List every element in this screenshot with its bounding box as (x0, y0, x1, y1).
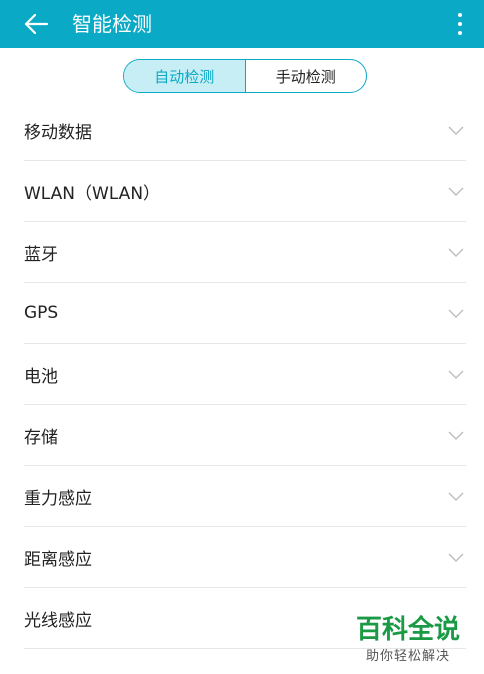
chevron-down-icon (448, 248, 464, 257)
more-options-button[interactable] (448, 6, 472, 42)
arrow-left-icon (24, 13, 49, 35)
watermark-subtitle: 助你轻松解决 (365, 649, 450, 664)
detection-item-list: 移动数据 WLAN（WLAN） 蓝牙 GPS 电池 存储 重力感应 距离感应 光… (24, 100, 466, 649)
more-vert-icon-dot (458, 22, 462, 26)
list-item-bluetooth[interactable]: 蓝牙 (24, 222, 466, 283)
tab-auto-detect[interactable]: 自动检测 (124, 60, 246, 92)
back-button[interactable] (18, 6, 54, 42)
list-item-label: 电池 (24, 366, 58, 387)
list-item-mobile-data[interactable]: 移动数据 (24, 100, 466, 161)
chevron-down-icon (448, 492, 464, 501)
list-item-label: GPS (24, 303, 59, 323)
list-item-storage[interactable]: 存储 (24, 405, 466, 466)
list-item-label: 存储 (24, 427, 58, 448)
watermark-title: 百科全说 (355, 615, 460, 645)
chevron-down-icon (448, 553, 464, 562)
more-vert-icon (458, 13, 462, 17)
chevron-down-icon (448, 309, 464, 318)
list-item-label: 蓝牙 (24, 244, 58, 265)
list-item-wlan[interactable]: WLAN（WLAN） (24, 161, 466, 222)
list-item-label: WLAN（WLAN） (24, 183, 161, 204)
app-bar: 智能检测 (0, 0, 484, 48)
watermark-logo: 百科全说 助你轻松解决 (348, 615, 468, 664)
list-item-label: 重力感应 (24, 488, 92, 509)
page-title: 智能检测 (72, 12, 152, 36)
tab-manual-detect[interactable]: 手动检测 (246, 60, 367, 92)
list-item-gps[interactable]: GPS (24, 283, 466, 344)
list-item-proximity-sensor[interactable]: 距离感应 (24, 527, 466, 588)
chevron-down-icon (448, 431, 464, 440)
list-item-label: 距离感应 (24, 549, 92, 570)
list-item-label: 移动数据 (24, 122, 92, 143)
list-item-battery[interactable]: 电池 (24, 344, 466, 405)
detection-mode-switch: 自动检测 手动检测 (123, 59, 367, 93)
chevron-down-icon (448, 370, 464, 379)
list-item-gravity-sensor[interactable]: 重力感应 (24, 466, 466, 527)
list-item-label: 光线感应 (24, 610, 92, 631)
more-vert-icon-dot (458, 31, 462, 35)
app-window: 智能检测 自动检测 手动检测 移动数据 WLAN（WLAN） 蓝牙 GPS 电池 (0, 0, 484, 674)
chevron-down-icon (448, 187, 464, 196)
chevron-down-icon (448, 126, 464, 135)
